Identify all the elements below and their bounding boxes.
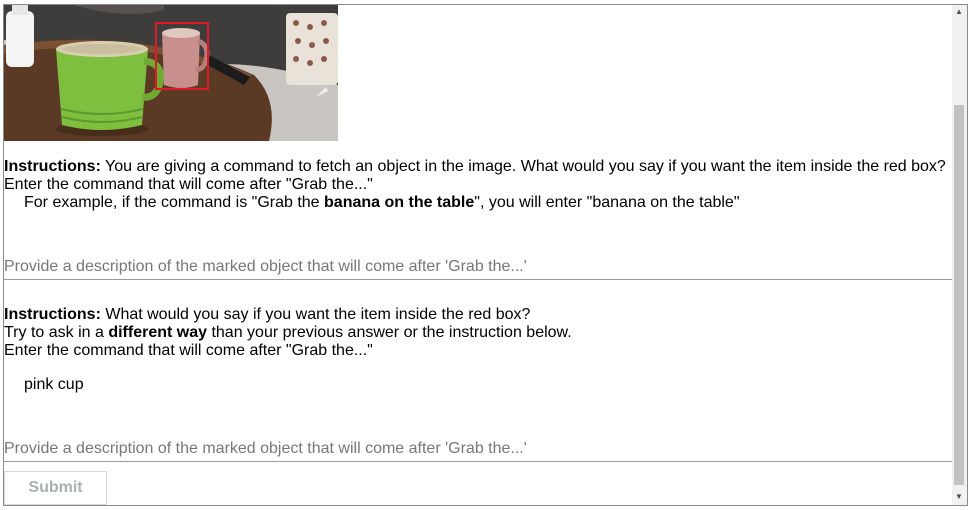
vertical-scrollbar[interactable]: ▲ ▼ [952,5,967,505]
q2-hint-pre: Try to ask in a [4,324,109,341]
q2-instruction-text: What would you say if you want the item … [100,306,531,323]
q2-different-way-hint: Try to ask in a different way than your … [4,324,572,342]
q1-example-post: ", you will enter "banana on the table" [474,194,740,211]
q2-hint-bold: different way [108,324,208,341]
q1-example: For example, if the command is "Grab the… [24,194,740,212]
q1-example-pre: For example, if the command is "Grab the [24,194,325,211]
q1-description-input[interactable] [4,254,952,280]
q2-instruction: Instructions: What would you say if you … [4,306,530,324]
q2-prior-answer: pink cup [24,376,84,393]
submit-button[interactable]: Submit [4,471,107,505]
q2-command-hint: Enter the command that will come after "… [4,342,373,359]
form-frame: Instructions: You are giving a command t… [3,4,968,506]
q2-description-input[interactable] [4,436,952,462]
q2-instruction-label: Instructions: [4,306,101,323]
scrollbar-thumb[interactable] [954,105,964,485]
q1-instruction-label: Instructions: [4,158,101,175]
q1-instruction-text: You are giving a command to fetch an obj… [100,158,946,175]
scroll-up-arrow-icon[interactable]: ▲ [955,7,963,17]
q1-command-hint: Enter the command that will come after "… [4,176,373,193]
q1-example-bold: banana on the table [324,194,475,211]
q2-hint-post: than your previous answer or the instruc… [207,324,572,341]
scroll-down-arrow-icon[interactable]: ▼ [955,492,963,502]
scene-image [4,5,338,141]
q1-instruction: Instructions: You are giving a command t… [4,158,946,176]
form-content: Instructions: You are giving a command t… [4,5,952,505]
